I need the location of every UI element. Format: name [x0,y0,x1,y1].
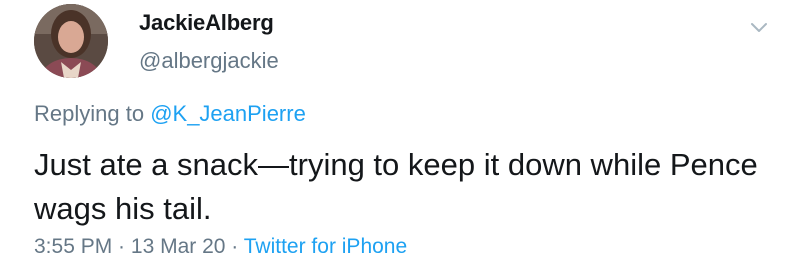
user-handle[interactable]: @albergjackie [139,48,279,74]
reply-context: Replying to @K_JeanPierre [34,101,306,127]
meta-separator: · [112,235,131,258]
tweet-date[interactable]: 13 Mar 20 [131,235,226,258]
tweet-metadata: 3:55 PM · 13 Mar 20 · Twitter for iPhone [34,235,407,259]
tweet-source-link[interactable]: Twitter for iPhone [244,235,407,258]
chevron-down-icon[interactable] [748,18,770,36]
display-name[interactable]: JackieAlberg [139,10,274,36]
reply-prefix: Replying to [34,101,151,126]
avatar[interactable] [34,4,108,78]
tweet-text: Just ate a snack—trying to keep it down … [34,147,758,226]
meta-separator: · [225,235,244,258]
tweet-time[interactable]: 3:55 PM [34,235,112,258]
reply-mention-link[interactable]: @K_JeanPierre [150,101,306,126]
profile-photo-icon [34,4,108,78]
tweet-card: JackieAlberg @albergjackie Replying to @… [0,0,800,273]
